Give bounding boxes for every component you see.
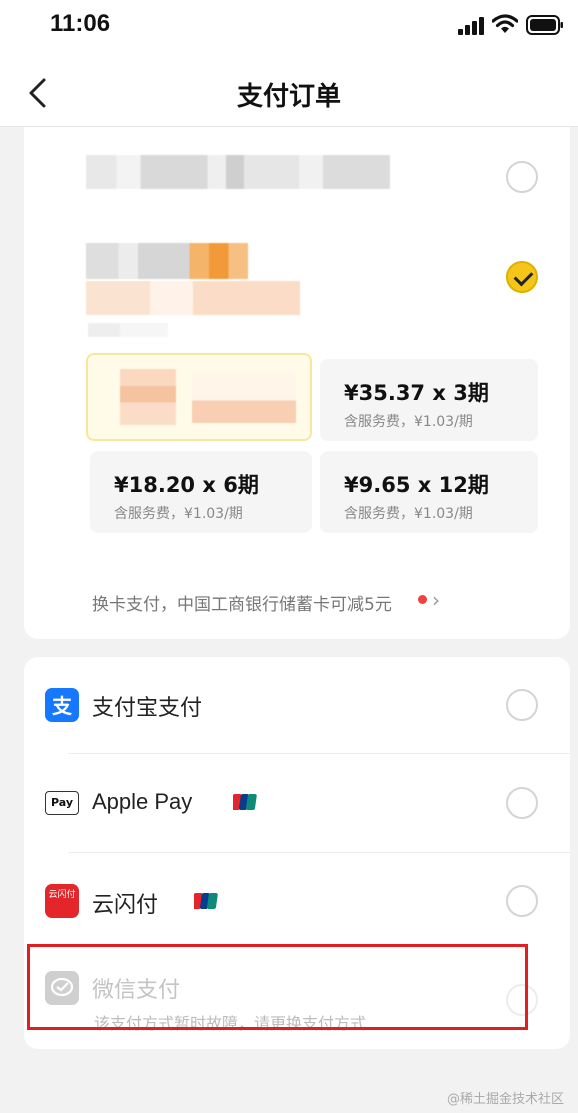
- radio-apple-pay[interactable]: [506, 787, 538, 819]
- quickpass-icon: 云闪付: [45, 884, 79, 918]
- installment-fee: 含服务费，¥1.03/期: [344, 414, 473, 430]
- radio-quickpass[interactable]: [506, 885, 538, 917]
- chevron-right-icon[interactable]: ›: [432, 588, 440, 612]
- installment-amount: ¥9.65 x 12期: [344, 473, 489, 497]
- watermark: @稀土掘金技术社区: [446, 1092, 564, 1107]
- svg-text:支: 支: [52, 694, 73, 718]
- installment-option-6[interactable]: ¥18.20 x 6期 含服务费，¥1.03/期: [90, 451, 312, 533]
- blurred-card-name: [86, 155, 390, 189]
- unionpay-logo-icon: [194, 893, 218, 909]
- apple-pay-label: Apple Pay: [92, 789, 193, 814]
- installment-card: ¥35.37 x 3期 含服务费，¥1.03/期 ¥18.20 x 6期 含服务…: [24, 127, 570, 639]
- installment-amount: ¥18.20 x 6期: [114, 473, 259, 497]
- blurred-option-fee: [192, 373, 296, 423]
- alipay-icon: 支: [45, 688, 79, 722]
- radio-card-1[interactable]: [506, 161, 538, 193]
- payment-row-alipay[interactable]: 支 支付宝支付: [24, 657, 570, 753]
- installment-option-3[interactable]: ¥35.37 x 3期 含服务费，¥1.03/期: [320, 359, 538, 441]
- installment-option-12[interactable]: ¥9.65 x 12期 含服务费，¥1.03/期: [320, 451, 538, 533]
- red-dot-badge: [418, 595, 427, 604]
- cellular-signal-icon: [458, 17, 484, 35]
- quickpass-label: 云闪付: [92, 893, 159, 918]
- radio-alipay[interactable]: [506, 689, 538, 721]
- blurred-option-amount: [120, 369, 176, 425]
- unionpay-logo-icon: [233, 794, 257, 810]
- blurred-card-name-selected: [86, 243, 248, 279]
- highlight-box: [27, 944, 528, 1030]
- installment-amount: ¥35.37 x 3期: [344, 381, 489, 405]
- wifi-icon: [492, 14, 518, 33]
- page-title: 支付订单: [236, 82, 341, 112]
- apple-pay-icon: Pay: [45, 791, 79, 815]
- blurred-card-desc: [86, 281, 300, 315]
- radio-card-2-selected[interactable]: [506, 261, 538, 293]
- payment-row-apple-pay[interactable]: Pay Apple Pay: [24, 754, 570, 852]
- status-time: 11:06: [50, 10, 111, 37]
- payment-row-quickpass[interactable]: 云闪付 云闪付: [24, 853, 570, 949]
- alipay-label: 支付宝支付: [92, 696, 203, 721]
- switch-card-hint[interactable]: 换卡支付，中国工商银行储蓄卡可减5元: [92, 590, 392, 615]
- installment-option-selected[interactable]: [86, 353, 312, 441]
- installment-fee: 含服务费，¥1.03/期: [114, 506, 243, 522]
- blurred-installment-caption: [88, 323, 168, 337]
- installment-fee: 含服务费，¥1.03/期: [344, 506, 473, 522]
- battery-icon: [526, 15, 563, 35]
- checkmark-icon: [513, 266, 534, 287]
